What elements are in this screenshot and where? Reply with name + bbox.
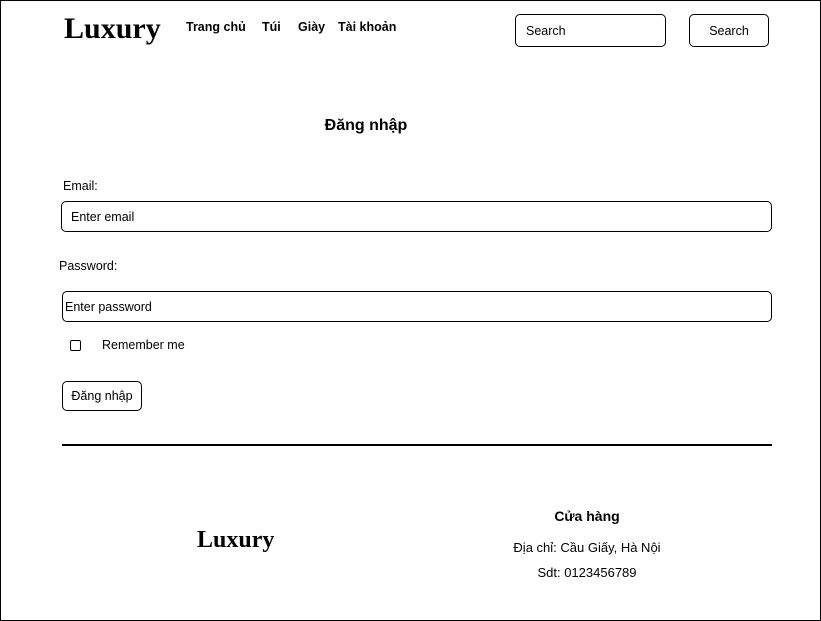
footer-address: Địa chỉ: Cầu Giấy, Hà Nội xyxy=(513,540,661,555)
nav-item-home[interactable]: Trang chủ xyxy=(186,20,246,34)
divider xyxy=(62,444,772,446)
footer-brand-logo: Luxury xyxy=(197,527,275,553)
search-input[interactable] xyxy=(515,14,666,47)
remember-me-label[interactable]: Remember me xyxy=(102,338,185,352)
password-field[interactable] xyxy=(62,291,772,322)
remember-me-checkbox[interactable] xyxy=(70,340,81,351)
password-label: Password: xyxy=(59,259,118,273)
email-label: Email: xyxy=(63,179,98,193)
nav-item-shoes[interactable]: Giày xyxy=(298,20,325,34)
footer-store-title: Cửa hàng xyxy=(554,508,620,524)
search-button[interactable]: Search xyxy=(689,14,769,47)
nav-item-bags[interactable]: Túi xyxy=(262,20,281,34)
email-field[interactable] xyxy=(61,201,772,232)
nav-item-account[interactable]: Tài khoản xyxy=(338,20,396,34)
footer-phone: Sdt: 0123456789 xyxy=(537,565,637,580)
brand-logo[interactable]: Luxury xyxy=(64,11,161,47)
login-button[interactable]: Đăng nhập xyxy=(62,381,142,411)
page-title: Đăng nhập xyxy=(324,117,408,134)
page-frame: Luxury Trang chủ Túi Giày Tài khoản Sear… xyxy=(0,0,821,621)
